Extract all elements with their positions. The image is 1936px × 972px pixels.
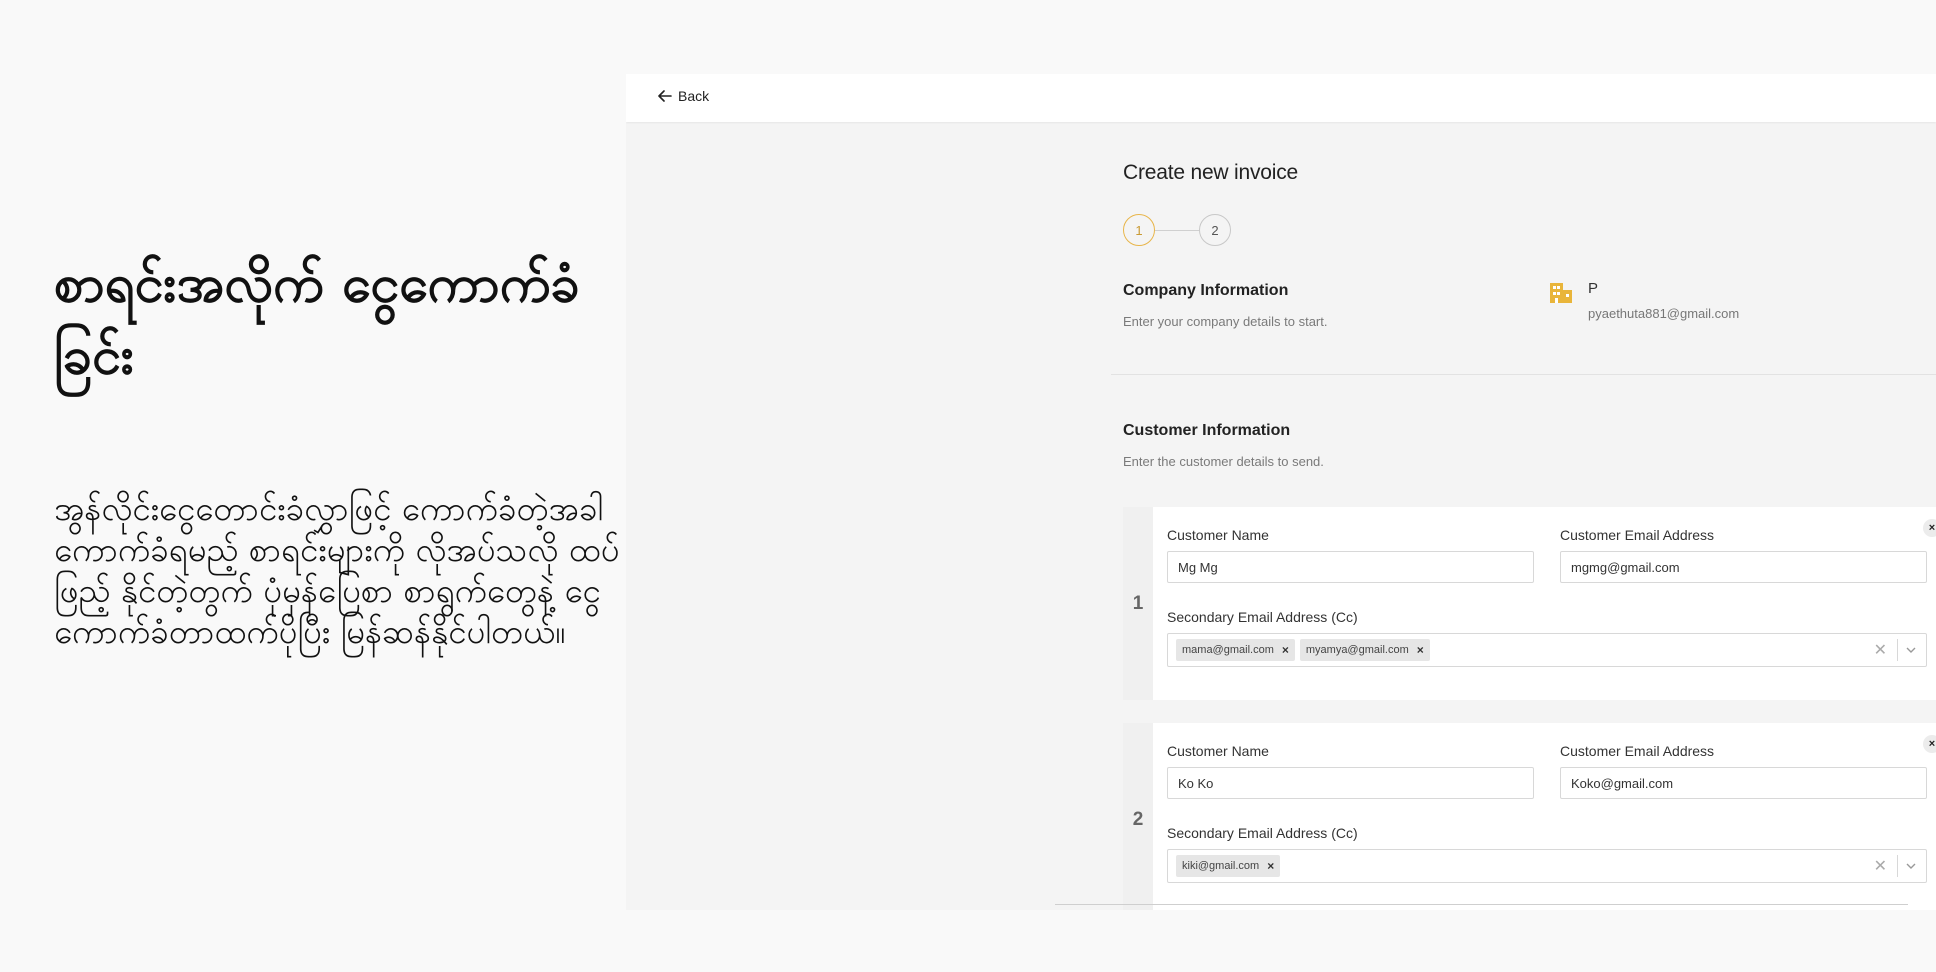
step-connector — [1155, 229, 1199, 231]
email-chip: kiki@gmail.com × — [1176, 855, 1281, 877]
email-chip: myamya@gmail.com × — [1299, 639, 1430, 661]
chevron-down-icon[interactable] — [1906, 645, 1916, 655]
email-chip-label: mama@gmail.com — [1182, 644, 1274, 656]
building-icon — [1550, 283, 1572, 303]
step-2[interactable]: 2 — [1199, 214, 1231, 246]
customer-card: 1 Customer Name Mg Mg Customer Email Add… — [1123, 507, 1936, 700]
chip-remove-icon[interactable]: × — [1267, 859, 1274, 873]
customer-name-label: Customer Name — [1167, 527, 1269, 543]
secondary-email-select[interactable]: mama@gmail.com × myamya@gmail.com × ✕ — [1167, 633, 1927, 667]
customer-name-input[interactable]: Mg Mg — [1167, 551, 1534, 583]
chevron-down-icon[interactable] — [1906, 861, 1916, 871]
invoice-app: Back Create new invoice 1 2 Company Info… — [626, 74, 1936, 910]
email-chip: mama@gmail.com × — [1176, 639, 1295, 661]
bottom-divider — [1055, 904, 1908, 905]
customer-section-title: Customer Information — [1123, 422, 1291, 439]
select-separator — [1897, 855, 1898, 877]
customer-section-subtitle: Enter the customer details to send. — [1123, 454, 1324, 469]
customer-email-label: Customer Email Address — [1560, 527, 1715, 543]
main-content: Create new invoice 1 2 Company Informati… — [1055, 74, 1936, 910]
company-name: P — [1588, 280, 1599, 297]
chip-remove-icon[interactable]: × — [1417, 643, 1424, 657]
hero-title: စာရင်းအလိုက် ငွေကောက်ခံခြင်း — [54, 254, 580, 386]
hero-description: အွန်လိုင်းငွေတောင်းခံလွှာဖြင့် ကောက်ခံတဲ… — [54, 489, 620, 651]
chip-remove-icon[interactable]: × — [1282, 643, 1289, 657]
secondary-email-select[interactable]: kiki@gmail.com × ✕ — [1167, 849, 1927, 883]
email-chip-label: myamya@gmail.com — [1305, 644, 1409, 656]
page-title: Create new invoice — [1123, 161, 1298, 184]
arrow-left-icon — [658, 90, 672, 102]
clear-icon[interactable]: ✕ — [1874, 640, 1887, 660]
customer-name-input[interactable]: Ko Ko — [1167, 767, 1534, 799]
customer-number: 2 — [1123, 723, 1153, 910]
stepper: 1 2 — [1123, 214, 1231, 246]
email-chip-label: kiki@gmail.com — [1182, 860, 1260, 872]
company-email: pyaethuta881@gmail.com — [1588, 306, 1740, 321]
customer-email-input[interactable]: Koko@gmail.com — [1560, 767, 1927, 799]
company-section-subtitle: Enter your company details to start. — [1123, 314, 1328, 329]
hero-section: စာရင်းအလိုက် ငွေကောက်ခံခြင်း အွန်လိုင်းင… — [54, 248, 634, 652]
section-divider — [1111, 374, 1936, 375]
customer-card: 2 Customer Name Ko Ko Customer Email Add… — [1123, 723, 1936, 910]
select-controls: ✕ — [1868, 634, 1926, 666]
step-1[interactable]: 1 — [1123, 214, 1155, 246]
remove-customer-button[interactable]: × — [1923, 735, 1936, 753]
remove-customer-button[interactable]: × — [1923, 519, 1936, 537]
select-controls: ✕ — [1868, 850, 1926, 882]
company-card: P pyaethuta881@gmail.com — [1549, 280, 1849, 330]
customer-email-label: Customer Email Address — [1560, 743, 1715, 759]
customer-email-input[interactable]: mgmg@gmail.com — [1560, 551, 1927, 583]
clear-icon[interactable]: ✕ — [1874, 856, 1887, 876]
customer-name-label: Customer Name — [1167, 743, 1269, 759]
secondary-email-label: Secondary Email Address (Cc) — [1167, 609, 1358, 625]
secondary-email-label: Secondary Email Address (Cc) — [1167, 825, 1358, 841]
back-label: Back — [678, 88, 710, 104]
back-button[interactable]: Back — [658, 88, 709, 104]
company-section-title: Company Information — [1123, 282, 1289, 299]
customer-number: 1 — [1123, 507, 1153, 700]
select-separator — [1897, 639, 1898, 661]
